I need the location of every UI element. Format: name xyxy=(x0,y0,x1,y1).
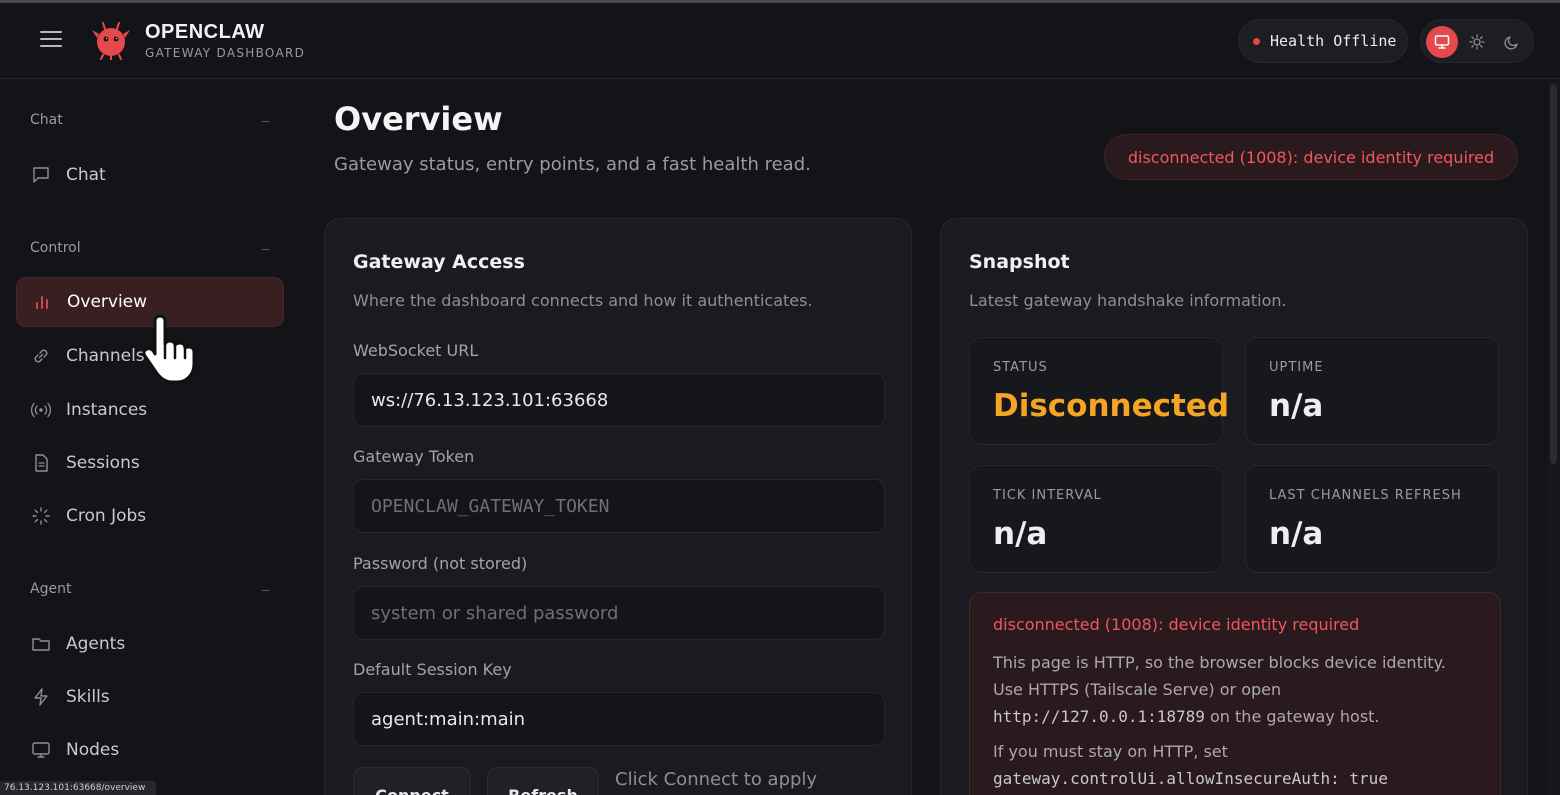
alert-text: If you must stay on HTTP, set xyxy=(993,742,1228,761)
theme-dark-button[interactable] xyxy=(1496,26,1528,58)
alert-text-suffix: on the gateway host. xyxy=(1204,707,1380,726)
monitor-icon xyxy=(1434,35,1450,49)
stat-value: n/a xyxy=(1269,516,1324,552)
menu-icon[interactable] xyxy=(40,31,62,49)
local-url-code: http://127.0.0.1:18789 xyxy=(993,707,1205,726)
alert-text: This page is HTTP, so the browser blocks… xyxy=(993,653,1446,672)
stat-label: UPTIME xyxy=(1269,360,1324,375)
theme-switcher xyxy=(1420,19,1534,63)
websocket-url-input[interactable] xyxy=(353,373,885,427)
bar-chart-icon xyxy=(31,291,53,313)
monitor-icon xyxy=(30,739,52,761)
stat-last-channels-refresh: LAST CHANNELS REFRESH n/a xyxy=(1245,465,1499,573)
collapse-chat-icon[interactable] xyxy=(262,121,270,122)
lobster-logo-icon xyxy=(90,20,132,61)
message-square-icon xyxy=(30,164,52,186)
zap-icon xyxy=(30,686,52,708)
sidebar-item-label: Overview xyxy=(67,292,148,312)
health-status-label: Health Offline xyxy=(1270,32,1397,50)
loader-icon xyxy=(30,505,52,527)
snapshot-card: Snapshot Latest gateway handshake inform… xyxy=(940,218,1528,795)
gateway-token-label: Gateway Token xyxy=(353,447,475,466)
stat-label: LAST CHANNELS REFRESH xyxy=(1269,488,1462,503)
card-subtitle: Where the dashboard connects and how it … xyxy=(353,291,813,310)
stat-value: n/a xyxy=(993,516,1048,552)
card-title: Gateway Access xyxy=(353,251,525,273)
sidebar-item-instances[interactable]: Instances xyxy=(16,385,284,435)
sidebar-item-label: Agents xyxy=(66,634,126,654)
connect-button[interactable]: Connect xyxy=(353,767,471,795)
stat-value: Disconnected xyxy=(993,388,1230,424)
folder-icon xyxy=(30,633,52,655)
status-dot-icon xyxy=(1253,37,1260,45)
stat-label: STATUS xyxy=(993,360,1048,375)
card-title: Snapshot xyxy=(969,251,1070,273)
sidebar-item-label: Nodes xyxy=(66,740,120,760)
stat-uptime: UPTIME n/a xyxy=(1245,337,1499,445)
session-key-label: Default Session Key xyxy=(353,660,512,679)
password-label: Password (not stored) xyxy=(353,554,528,573)
stat-tick-interval: TICK INTERVAL n/a xyxy=(969,465,1223,573)
alert-text: http://127.0.0.1:18789 on the gateway ho… xyxy=(993,707,1380,726)
sidebar-item-label: Chat xyxy=(66,165,106,185)
sidebar-item-cron-jobs[interactable]: Cron Jobs xyxy=(16,491,284,541)
theme-light-button[interactable] xyxy=(1461,26,1493,58)
session-key-input[interactable] xyxy=(353,692,885,746)
theme-system-button[interactable] xyxy=(1426,26,1458,58)
connection-error-badge: disconnected (1008): device identity req… xyxy=(1104,134,1518,180)
page-subtitle: Gateway status, entry points, and a fast… xyxy=(334,154,811,175)
sidebar-item-label: Instances xyxy=(66,400,148,420)
sidebar-item-sessions[interactable]: Sessions xyxy=(16,438,284,488)
sidebar-item-label: Channels xyxy=(66,346,145,366)
app-header: OPENCLAW GATEWAY DASHBOARD Health Offlin… xyxy=(0,3,1560,79)
collapse-control-icon[interactable] xyxy=(262,249,270,250)
moon-icon xyxy=(1504,36,1518,50)
alert-title: disconnected (1008): device identity req… xyxy=(993,615,1360,634)
sidebar-item-chat[interactable]: Chat xyxy=(16,150,284,200)
scrollbar-thumb[interactable] xyxy=(1550,84,1557,464)
password-input[interactable] xyxy=(353,586,885,640)
card-subtitle: Latest gateway handshake information. xyxy=(969,291,1287,310)
stat-status: STATUS Disconnected xyxy=(969,337,1229,445)
section-label-agent: Agent xyxy=(30,581,72,597)
refresh-button[interactable]: Refresh xyxy=(487,767,599,795)
sidebar-item-agents[interactable]: Agents xyxy=(16,619,284,669)
brand-title: OPENCLAW xyxy=(145,21,265,43)
sidebar: Chat Chat Control Overview Channels Inst… xyxy=(0,80,300,795)
radio-signal-icon xyxy=(30,399,52,421)
config-key-code: gateway.controlUi.allowInsecureAuth: tru… xyxy=(993,769,1388,788)
sun-icon xyxy=(1469,34,1485,50)
sidebar-item-label: Cron Jobs xyxy=(66,506,147,526)
gateway-token-input[interactable] xyxy=(353,479,885,533)
file-text-icon xyxy=(30,452,52,474)
collapse-agent-icon[interactable] xyxy=(262,590,270,591)
alert-text: Use HTTPS (Tailscale Serve) or open xyxy=(993,680,1282,699)
connect-hint-text: Click Connect to apply xyxy=(615,769,818,790)
sidebar-item-skills[interactable]: Skills xyxy=(16,672,284,722)
insecure-context-alert: disconnected (1008): device identity req… xyxy=(969,592,1501,795)
sidebar-item-label: Skills xyxy=(66,687,110,707)
sidebar-item-label: Sessions xyxy=(66,453,140,473)
link-icon xyxy=(30,345,52,367)
gateway-access-card: Gateway Access Where the dashboard conne… xyxy=(324,218,912,795)
page-title: Overview xyxy=(334,100,503,138)
hand-pointer-cursor-icon xyxy=(140,312,200,386)
websocket-url-label: WebSocket URL xyxy=(353,341,479,360)
stat-label: TICK INTERVAL xyxy=(993,488,1102,503)
section-label-chat: Chat xyxy=(30,112,63,128)
stat-value: n/a xyxy=(1269,388,1324,424)
sidebar-item-nodes[interactable]: Nodes xyxy=(16,725,284,775)
health-status-pill[interactable]: Health Offline xyxy=(1238,19,1408,63)
brand-subtitle: GATEWAY DASHBOARD xyxy=(145,46,306,60)
browser-status-url: 76.13.123.101:63668/overview xyxy=(0,781,156,795)
section-label-control: Control xyxy=(30,240,81,256)
